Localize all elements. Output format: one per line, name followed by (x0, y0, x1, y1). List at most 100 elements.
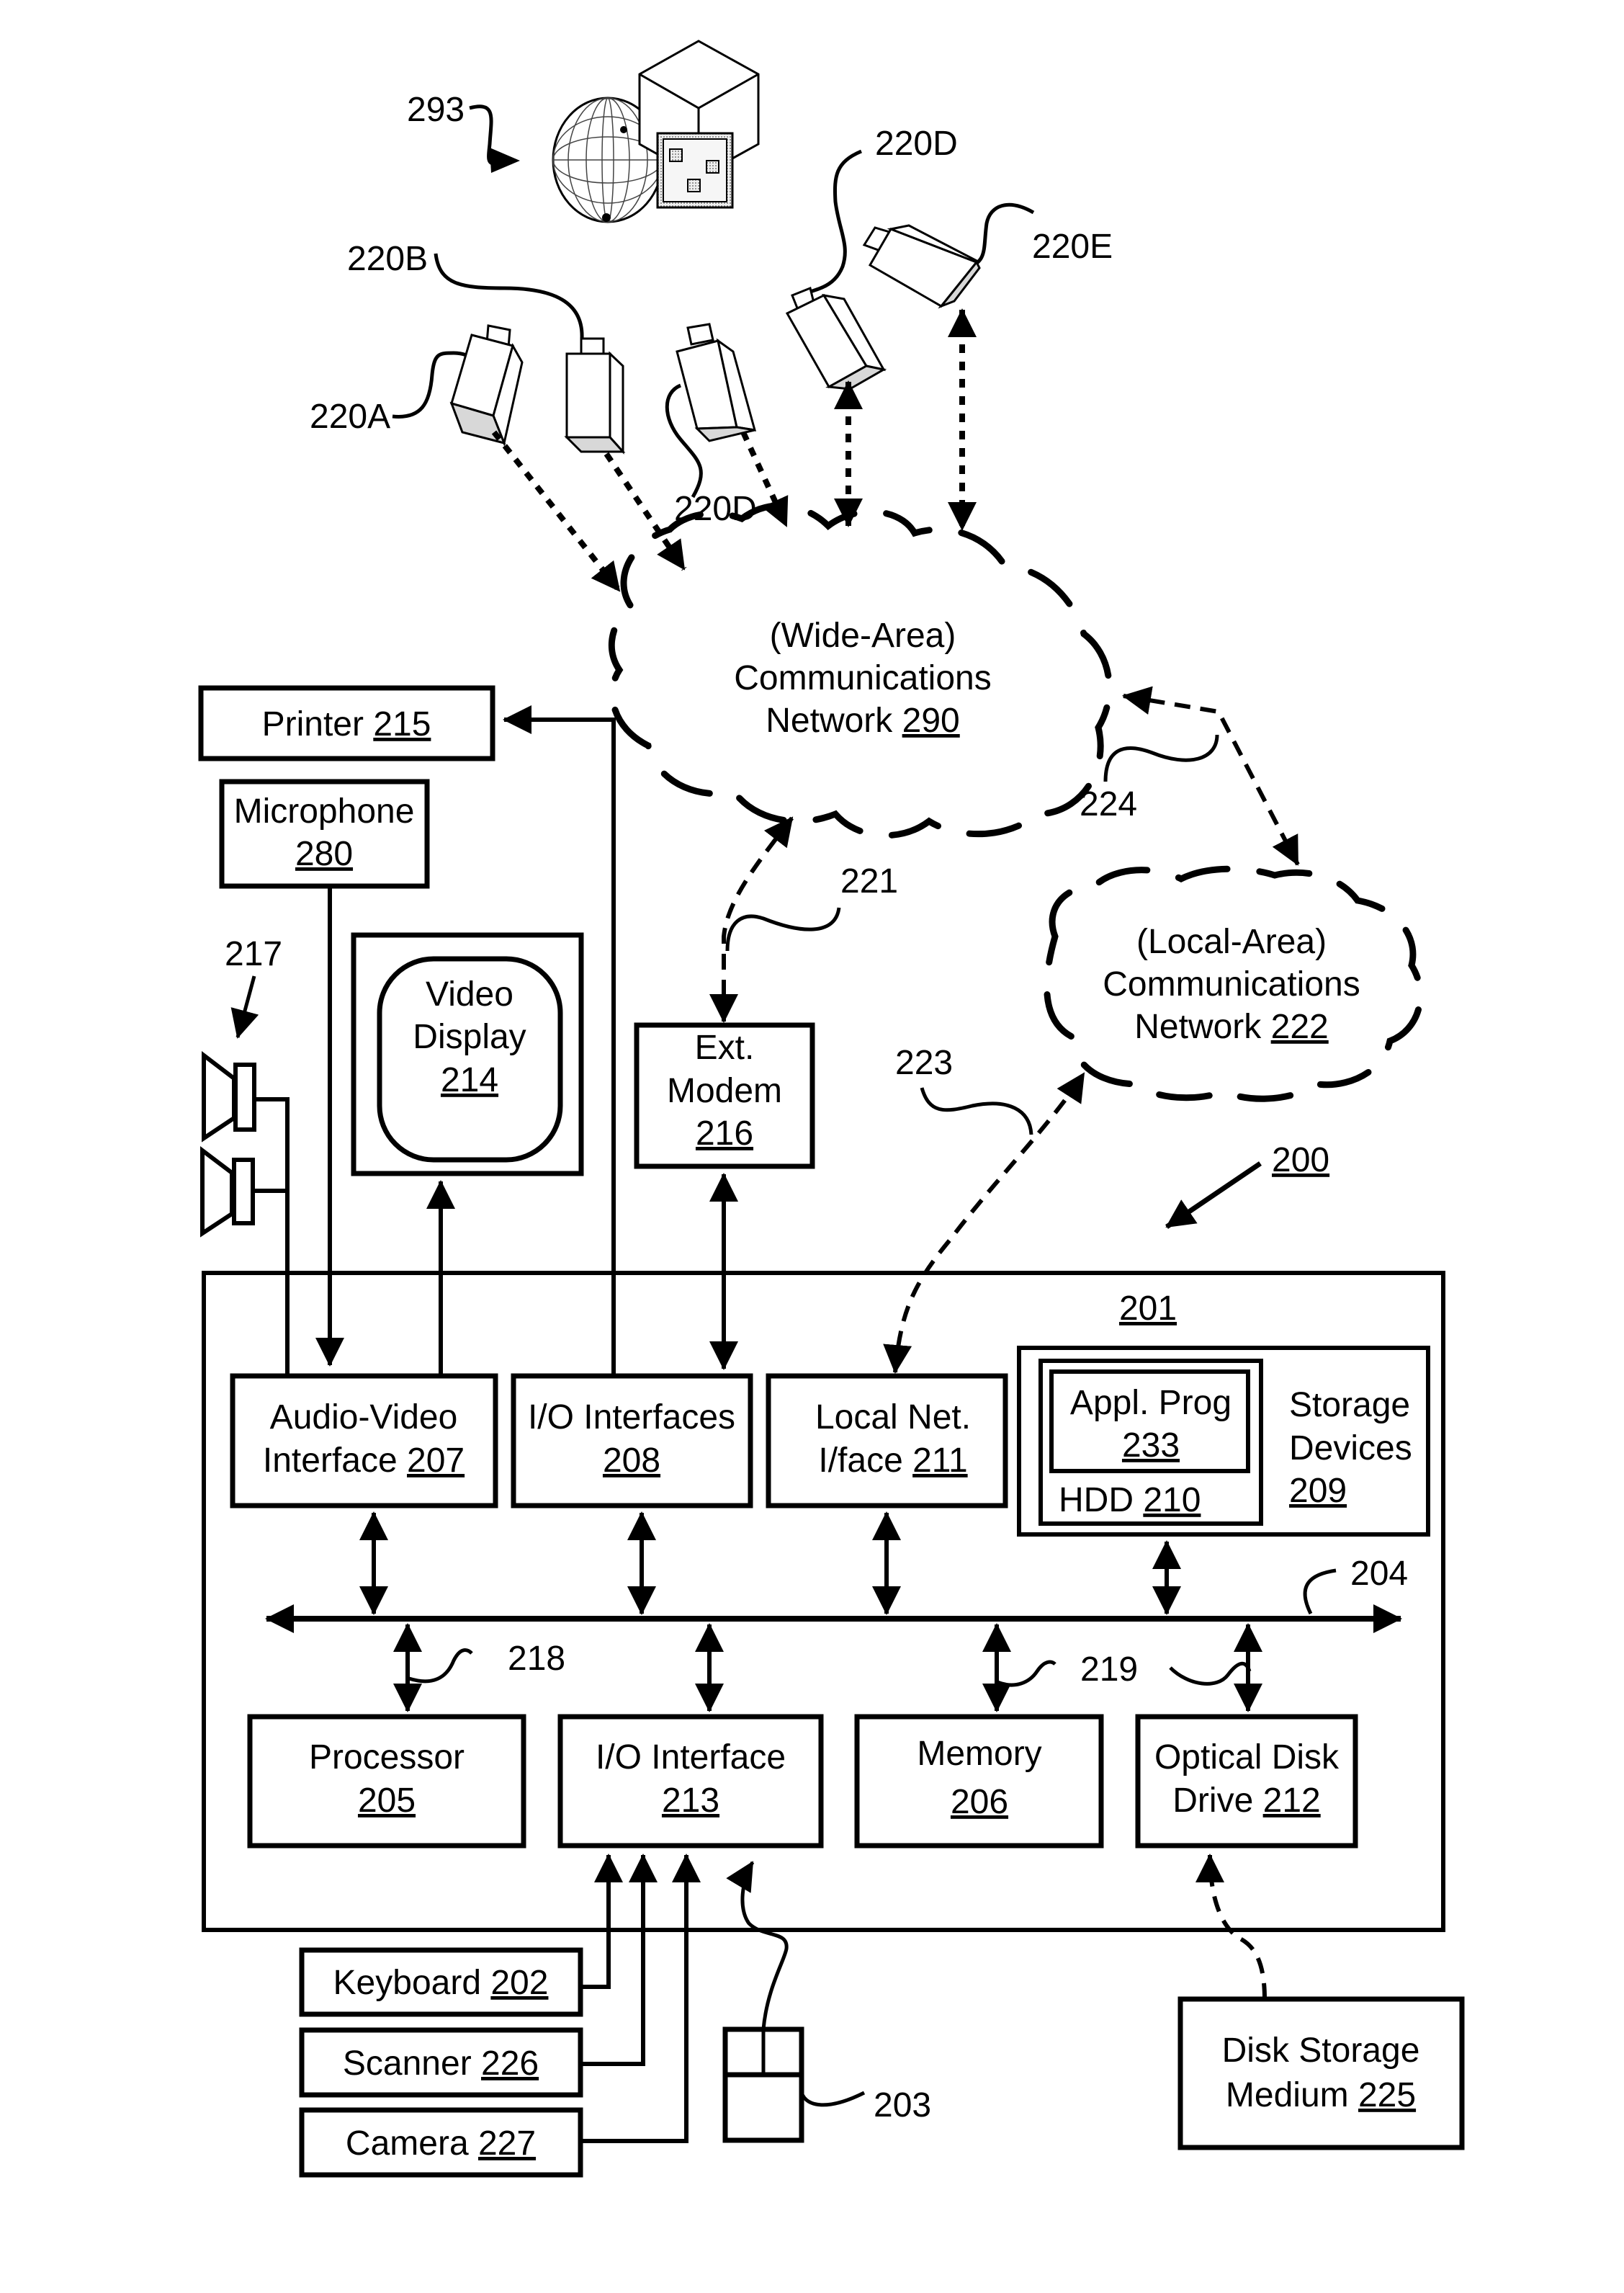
camera-ref: 227 (478, 2124, 536, 2163)
wan-lan-link-label: 224 (1080, 785, 1137, 823)
modem-wan-link: 221 (709, 816, 898, 1023)
camera-220E: 220E (862, 202, 1113, 531)
computer-ref: 201 (1119, 1289, 1177, 1328)
bus-right-label: 219 (1080, 1650, 1138, 1689)
av-interface-ref: 207 (407, 1441, 465, 1480)
camera-220E-leader (964, 202, 1035, 270)
scanner-name: Scanner (343, 2044, 472, 2083)
appl-prog-ref: 233 (1122, 1426, 1180, 1465)
modem-link-label: 221 (840, 862, 898, 900)
wan-line2: Communications (734, 659, 991, 697)
bus-right-leader-b (1169, 1661, 1252, 1686)
camera-220E-label: 220E (1032, 228, 1113, 266)
printer-name: Printer (262, 705, 364, 743)
av-interface[interactable]: Audio-Video Interface 207 (230, 1373, 498, 1508)
svg-text:Medium 225: Medium 225 (1226, 2076, 1416, 2114)
ext-modem-ref: 216 (696, 1114, 753, 1153)
scanner-link (580, 1854, 658, 2066)
system-ref: 200 (1165, 1141, 1329, 1229)
ext-modem[interactable]: Ext. Modem 216 (634, 1022, 815, 1169)
svg-text:Camera 227: Camera 227 (346, 2124, 536, 2163)
camera-220B: 220B (347, 240, 687, 571)
keyboard-link (580, 1854, 623, 1989)
disk-storage-medium[interactable]: Disk Storage Medium 225 (1177, 1996, 1465, 2150)
disk-storage-line1: Disk Storage (1222, 2031, 1420, 2070)
camera-220B-link (604, 452, 687, 571)
local-net-interface[interactable]: Local Net. I/face 211 (766, 1373, 1008, 1508)
optical-disk-drive[interactable]: Optical Disk Drive 212 (1135, 1714, 1358, 1849)
microphone-name: Microphone (234, 792, 415, 831)
microphone[interactable]: Microphone 280 (219, 779, 430, 889)
memory[interactable]: Memory 206 (854, 1714, 1104, 1849)
camera-220A-label: 220A (310, 398, 390, 436)
storage-ref: 209 (1289, 1472, 1347, 1510)
lan-cloud: (Local-Area) Communications Network 222 (1044, 865, 1424, 1102)
lan-line1: (Local-Area) (1136, 923, 1327, 961)
optical-line1: Optical Disk (1154, 1738, 1340, 1776)
wan-line3: Network 290 (766, 702, 959, 740)
bus-right-leader-a (997, 1660, 1057, 1687)
processor-line1: Processor (309, 1738, 465, 1776)
speakers: 217 (200, 935, 290, 1376)
hdd-ref: 210 (1143, 1481, 1201, 1519)
appl-prog-line1: Appl. Prog (1070, 1384, 1232, 1422)
objects-ref-label: 293 (407, 91, 465, 129)
disk-storage-ref: 225 (1358, 2076, 1416, 2114)
lan-link-label: 223 (895, 1044, 953, 1082)
mouse[interactable]: 203 (722, 1861, 931, 2143)
bus-label: 204 (1350, 1555, 1408, 1593)
objects-ref-arrowhead (490, 148, 520, 173)
objects-293: 293 (407, 40, 760, 223)
scanner[interactable]: Scanner 226 (299, 2027, 583, 2098)
bus-leader (1303, 1568, 1337, 1615)
camera-220D: 220D (785, 125, 958, 527)
wan-line1: (Wide-Area) (770, 617, 956, 655)
disk-optical-link (1195, 1854, 1267, 2000)
video-display-line1: Video (426, 975, 513, 1014)
io-interfaces[interactable]: I/O Interfaces 208 (511, 1373, 753, 1508)
camera-icon (449, 324, 524, 447)
speaker-icon (200, 1145, 255, 1238)
computer-system-diagram: 293 220A 220B 220D 220D 220E (Wide-Area)… (198, 40, 1465, 2178)
computer-201: 201 Audio-Video Interface 207 I/O Interf… (202, 1271, 1445, 1932)
disk-storage-line2: Medium (1226, 2076, 1349, 2114)
camera-220B-leader (434, 253, 584, 339)
svg-text:I/face 211: I/face 211 (818, 1441, 967, 1480)
keyboard-name: Keyboard (333, 1964, 481, 2002)
av-interface-line1: Audio-Video (270, 1398, 458, 1436)
camera-220C-label: 220D (674, 490, 757, 528)
camera-icon (862, 224, 981, 309)
local-net-line2: I/face (818, 1441, 902, 1480)
camera-220C: 220D (665, 323, 789, 528)
storage-devices[interactable]: HDD 210 Appl. Prog 233 Storage Devices 2… (1017, 1346, 1430, 1537)
ext-modem-line2: Modem (667, 1072, 782, 1110)
camera-227[interactable]: Camera 227 (299, 2107, 583, 2178)
processor-ref: 205 (358, 1782, 416, 1820)
io-interface-213[interactable]: I/O Interface 213 (557, 1714, 824, 1849)
bus-left-leader (408, 1648, 473, 1684)
svg-text:Scanner 226: Scanner 226 (343, 2044, 539, 2083)
wan-cloud: (Wide-Area) Communications Network 290 (608, 502, 1113, 839)
svg-text:Interface 207: Interface 207 (263, 1441, 465, 1480)
keyboard[interactable]: Keyboard 202 (299, 1947, 583, 2017)
video-display[interactable]: Video Display 214 (351, 932, 584, 1176)
io-interfaces-line1: I/O Interfaces (528, 1398, 735, 1436)
camera-icon (676, 323, 757, 442)
lan-line3: Network 222 (1134, 1008, 1328, 1046)
printer-ref: 215 (373, 705, 431, 743)
keyboard-ref: 202 (490, 1964, 548, 2002)
appl-prog[interactable]: Appl. Prog 233 (1049, 1369, 1250, 1473)
microphone-ref: 280 (295, 835, 353, 873)
local-net-line1: Local Net. (815, 1398, 971, 1436)
wan-lan-link: 224 (1080, 686, 1300, 866)
lan-link: 223 (883, 1044, 1086, 1374)
camera-icon (785, 286, 887, 390)
camera-link (580, 1854, 701, 2143)
camera-icon (564, 337, 626, 455)
document-panel-icon (656, 132, 734, 209)
camera-220B-label: 220B (347, 240, 428, 278)
processor[interactable]: Processor 205 (247, 1714, 526, 1849)
memory-ref: 206 (951, 1783, 1008, 1821)
wan-ref: 290 (902, 702, 960, 740)
printer[interactable]: Printer 215 (198, 685, 495, 761)
